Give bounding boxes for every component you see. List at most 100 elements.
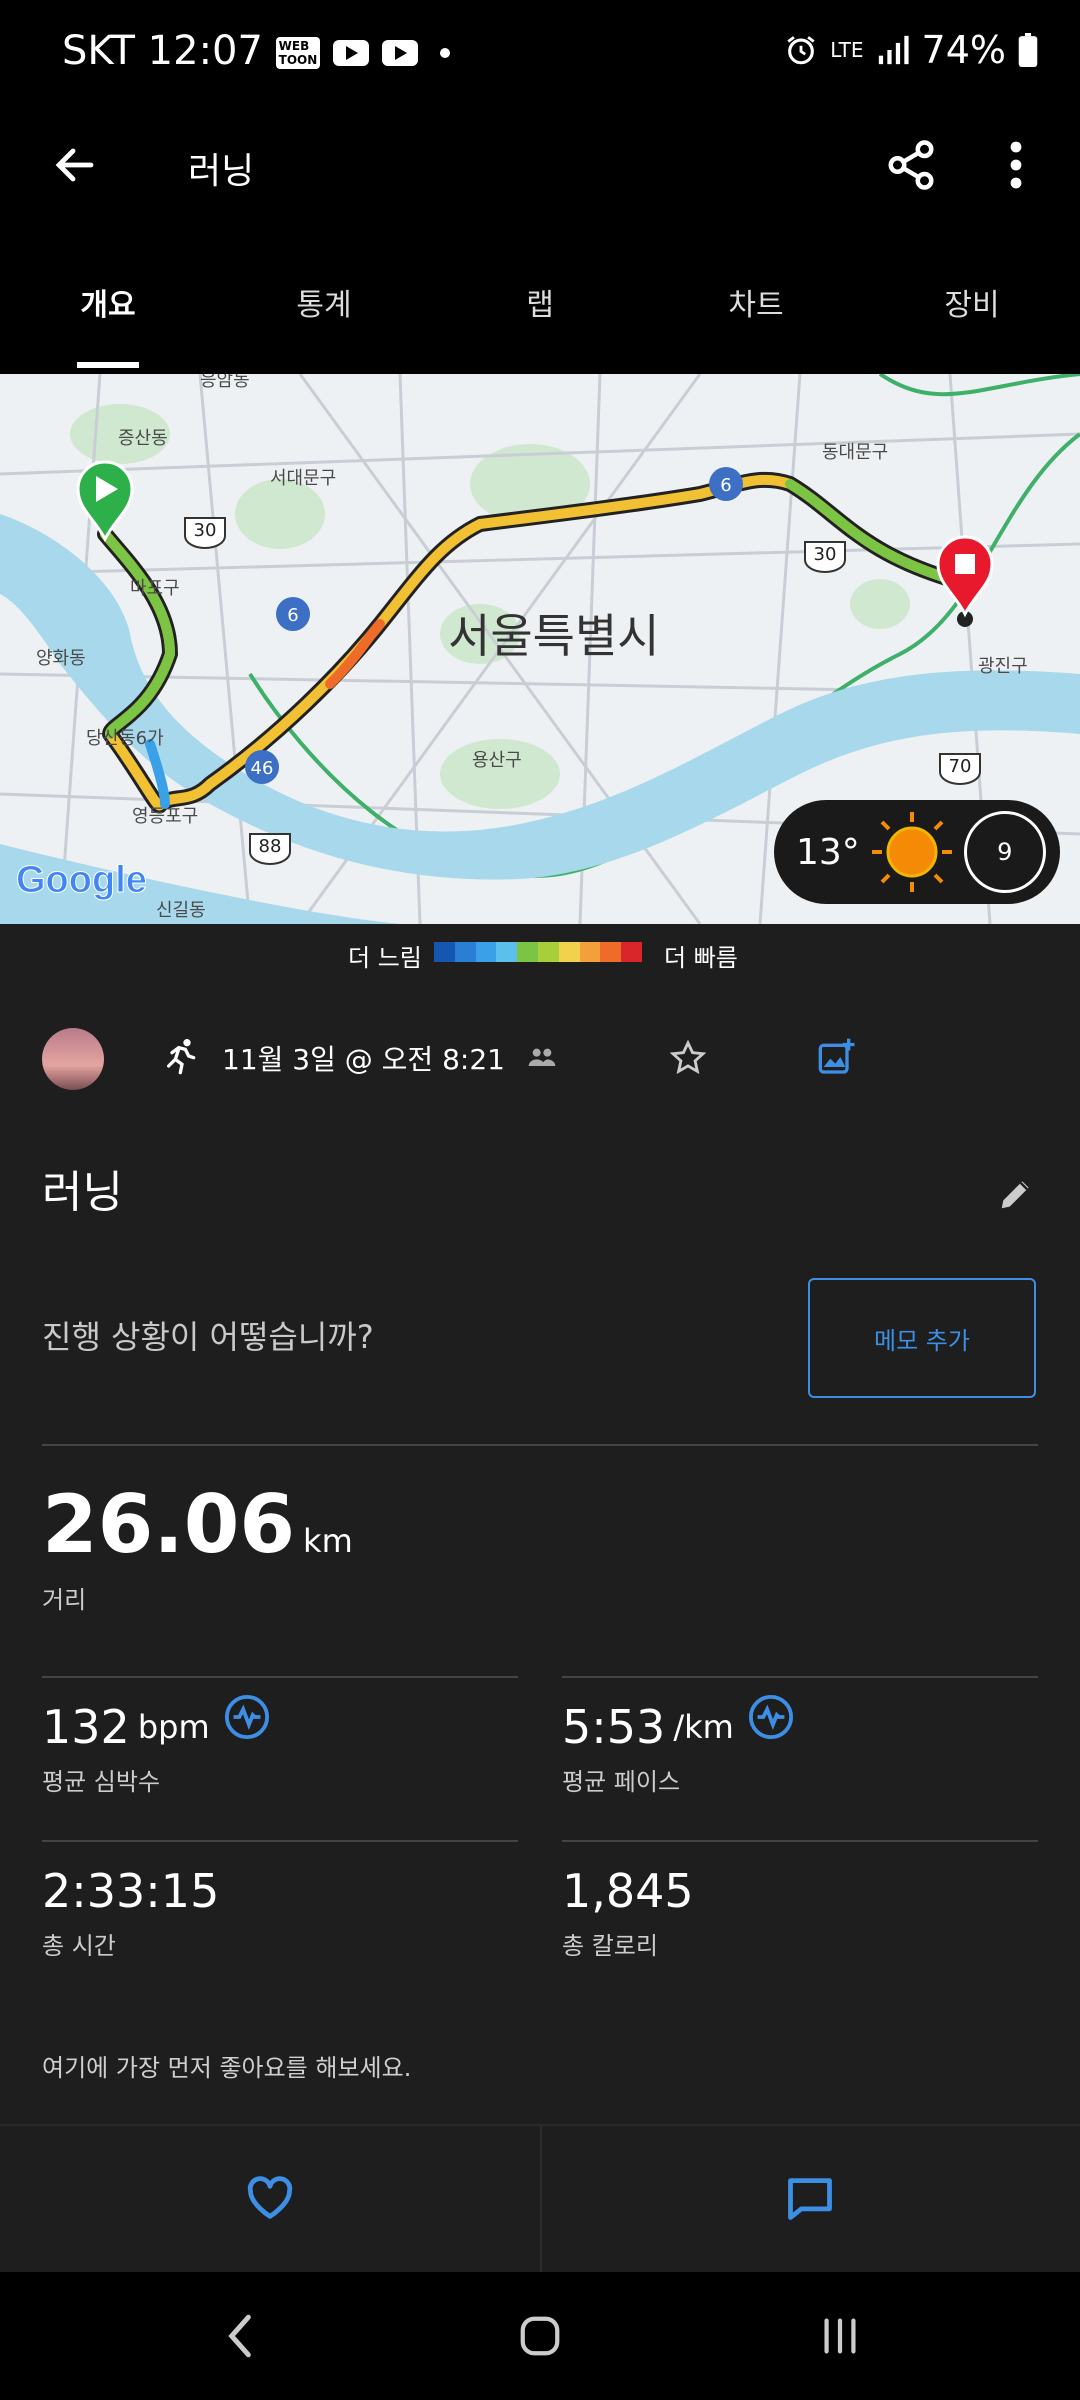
signal-icon — [878, 35, 909, 65]
like-button[interactable] — [0, 2124, 540, 2272]
network-type: LTE — [830, 38, 864, 62]
legend-swatch — [621, 942, 642, 962]
tab-gear[interactable]: 장비 — [864, 250, 1080, 374]
distance-unit: km — [303, 1522, 353, 1560]
road-shield: 6 — [276, 597, 310, 631]
tab-charts[interactable]: 차트 — [648, 250, 864, 374]
legend-swatch — [579, 942, 601, 962]
share-button[interactable] — [876, 130, 946, 200]
district-label: 동대문구 — [822, 442, 888, 463]
divider — [562, 1676, 1038, 1678]
distance-label: 거리 — [42, 1586, 87, 1614]
divider — [562, 1840, 1038, 1842]
weather-temp: 13° — [796, 831, 860, 873]
back-button[interactable] — [40, 130, 110, 200]
district-label: 영등포구 — [132, 806, 198, 827]
district-label: 당산동6가 — [86, 728, 164, 749]
legend-swatch — [517, 942, 538, 962]
edit-button[interactable] — [990, 1168, 1042, 1220]
heart-rate-value: 132 — [42, 1700, 130, 1754]
pace-stat: 5:53 /km — [562, 1694, 794, 1754]
legend-gradient — [434, 942, 642, 962]
legend-swatch — [600, 942, 622, 962]
tab-overview[interactable]: 개요 — [0, 250, 216, 374]
distance-value: 26.06 km — [42, 1478, 353, 1571]
road-shield: 88 — [249, 833, 291, 865]
star-icon — [669, 1039, 707, 1075]
youtube-icon — [333, 40, 370, 66]
road-shield-label: 6 — [720, 475, 731, 496]
divider — [42, 1444, 1038, 1446]
home-icon — [520, 2316, 560, 2356]
add-photo-icon — [818, 1038, 855, 1074]
avatar[interactable] — [42, 1028, 104, 1090]
total-time-value: 2:33:15 — [42, 1864, 220, 1918]
uv-index: 9 — [963, 811, 1046, 893]
battery-icon — [1018, 33, 1038, 67]
distance-number: 26.06 — [42, 1478, 296, 1571]
like-prompt: 여기에 가장 먼저 좋아요를 해보세요. — [42, 2054, 412, 2082]
nav-recents-button[interactable] — [660, 2272, 1020, 2400]
arrow-left-icon — [55, 148, 94, 182]
chevron-left-icon — [228, 2314, 251, 2358]
road-shield: 30 — [804, 541, 846, 573]
tab-bar: 개요 통계 랩 차트 장비 — [0, 250, 1080, 374]
pace-label: 평균 페이스 — [562, 1768, 681, 1796]
district-label: 증산동 — [118, 428, 168, 449]
page-title: 러닝 — [188, 151, 255, 192]
district-label: 마포구 — [130, 578, 180, 599]
heart-icon — [247, 2176, 293, 2219]
activity-date: 11월 3일 @ 오전 8:21 — [222, 1043, 505, 1076]
calories-label: 총 칼로리 — [562, 1932, 658, 1960]
share-icon — [888, 140, 934, 190]
district-label: 신길동 — [156, 900, 206, 921]
district-label: 용산구 — [472, 750, 522, 771]
legend-swatch — [558, 942, 580, 962]
legend-swatch — [434, 942, 455, 962]
people-icon — [528, 1048, 556, 1066]
webtoon-icon: WEB TOON — [275, 37, 321, 69]
road-shield-label: 88 — [259, 836, 282, 857]
heart-rate-stat: 132 bpm — [42, 1694, 270, 1754]
district-label: 광진구 — [978, 656, 1028, 677]
progress-prompt: 진행 상황이 어떻습니까? — [42, 1318, 374, 1356]
add-photo-button[interactable] — [812, 1032, 862, 1082]
tab-stats[interactable]: 통계 — [216, 250, 432, 374]
pace-value: 5:53 — [562, 1700, 666, 1754]
activity-title: 러닝 — [42, 1167, 123, 1218]
legend-swatch — [475, 942, 497, 962]
group-button[interactable] — [520, 1036, 564, 1080]
youtube-icon — [381, 40, 418, 66]
running-icon — [167, 1039, 196, 1075]
divider — [42, 1676, 518, 1678]
google-logo: Google — [16, 859, 147, 901]
status-time: SKT 12:07 WEB TOON — [62, 28, 451, 74]
legend-swatch — [454, 942, 476, 962]
pace-unit: /km — [673, 1708, 734, 1746]
more-button[interactable] — [986, 130, 1046, 200]
weather-badge: 13° 9 — [774, 800, 1060, 904]
road-shield: 46 — [245, 750, 279, 784]
road-shield-label: 6 — [287, 605, 298, 626]
add-memo-button[interactable]: 메모 추가 — [808, 1278, 1036, 1398]
favorite-button[interactable] — [664, 1034, 712, 1082]
battery-percent: 74% — [921, 28, 1006, 72]
legend-fast-label: 더 빠름 — [664, 944, 738, 972]
uv-value: 9 — [997, 838, 1013, 866]
road-shield-label: 30 — [194, 520, 217, 541]
city-label: 서울특별시 — [448, 609, 660, 663]
district-label: 양화동 — [36, 648, 86, 669]
total-time-label: 총 시간 — [42, 1932, 116, 1960]
tab-laps[interactable]: 랩 — [432, 250, 648, 374]
legend-slow-label: 더 느림 — [348, 944, 422, 972]
park-area — [235, 479, 325, 549]
park-area — [850, 579, 910, 629]
comment-button[interactable] — [540, 2124, 1080, 2272]
pencil-icon — [1001, 1181, 1029, 1209]
heart-rate-unit: bpm — [137, 1708, 210, 1746]
heart-rate-zone-icon[interactable] — [224, 1694, 270, 1740]
road-shield: 6 — [709, 467, 743, 501]
legend-swatch — [537, 942, 559, 962]
pace-zone-icon[interactable] — [748, 1694, 794, 1740]
alarm-icon — [787, 36, 815, 65]
